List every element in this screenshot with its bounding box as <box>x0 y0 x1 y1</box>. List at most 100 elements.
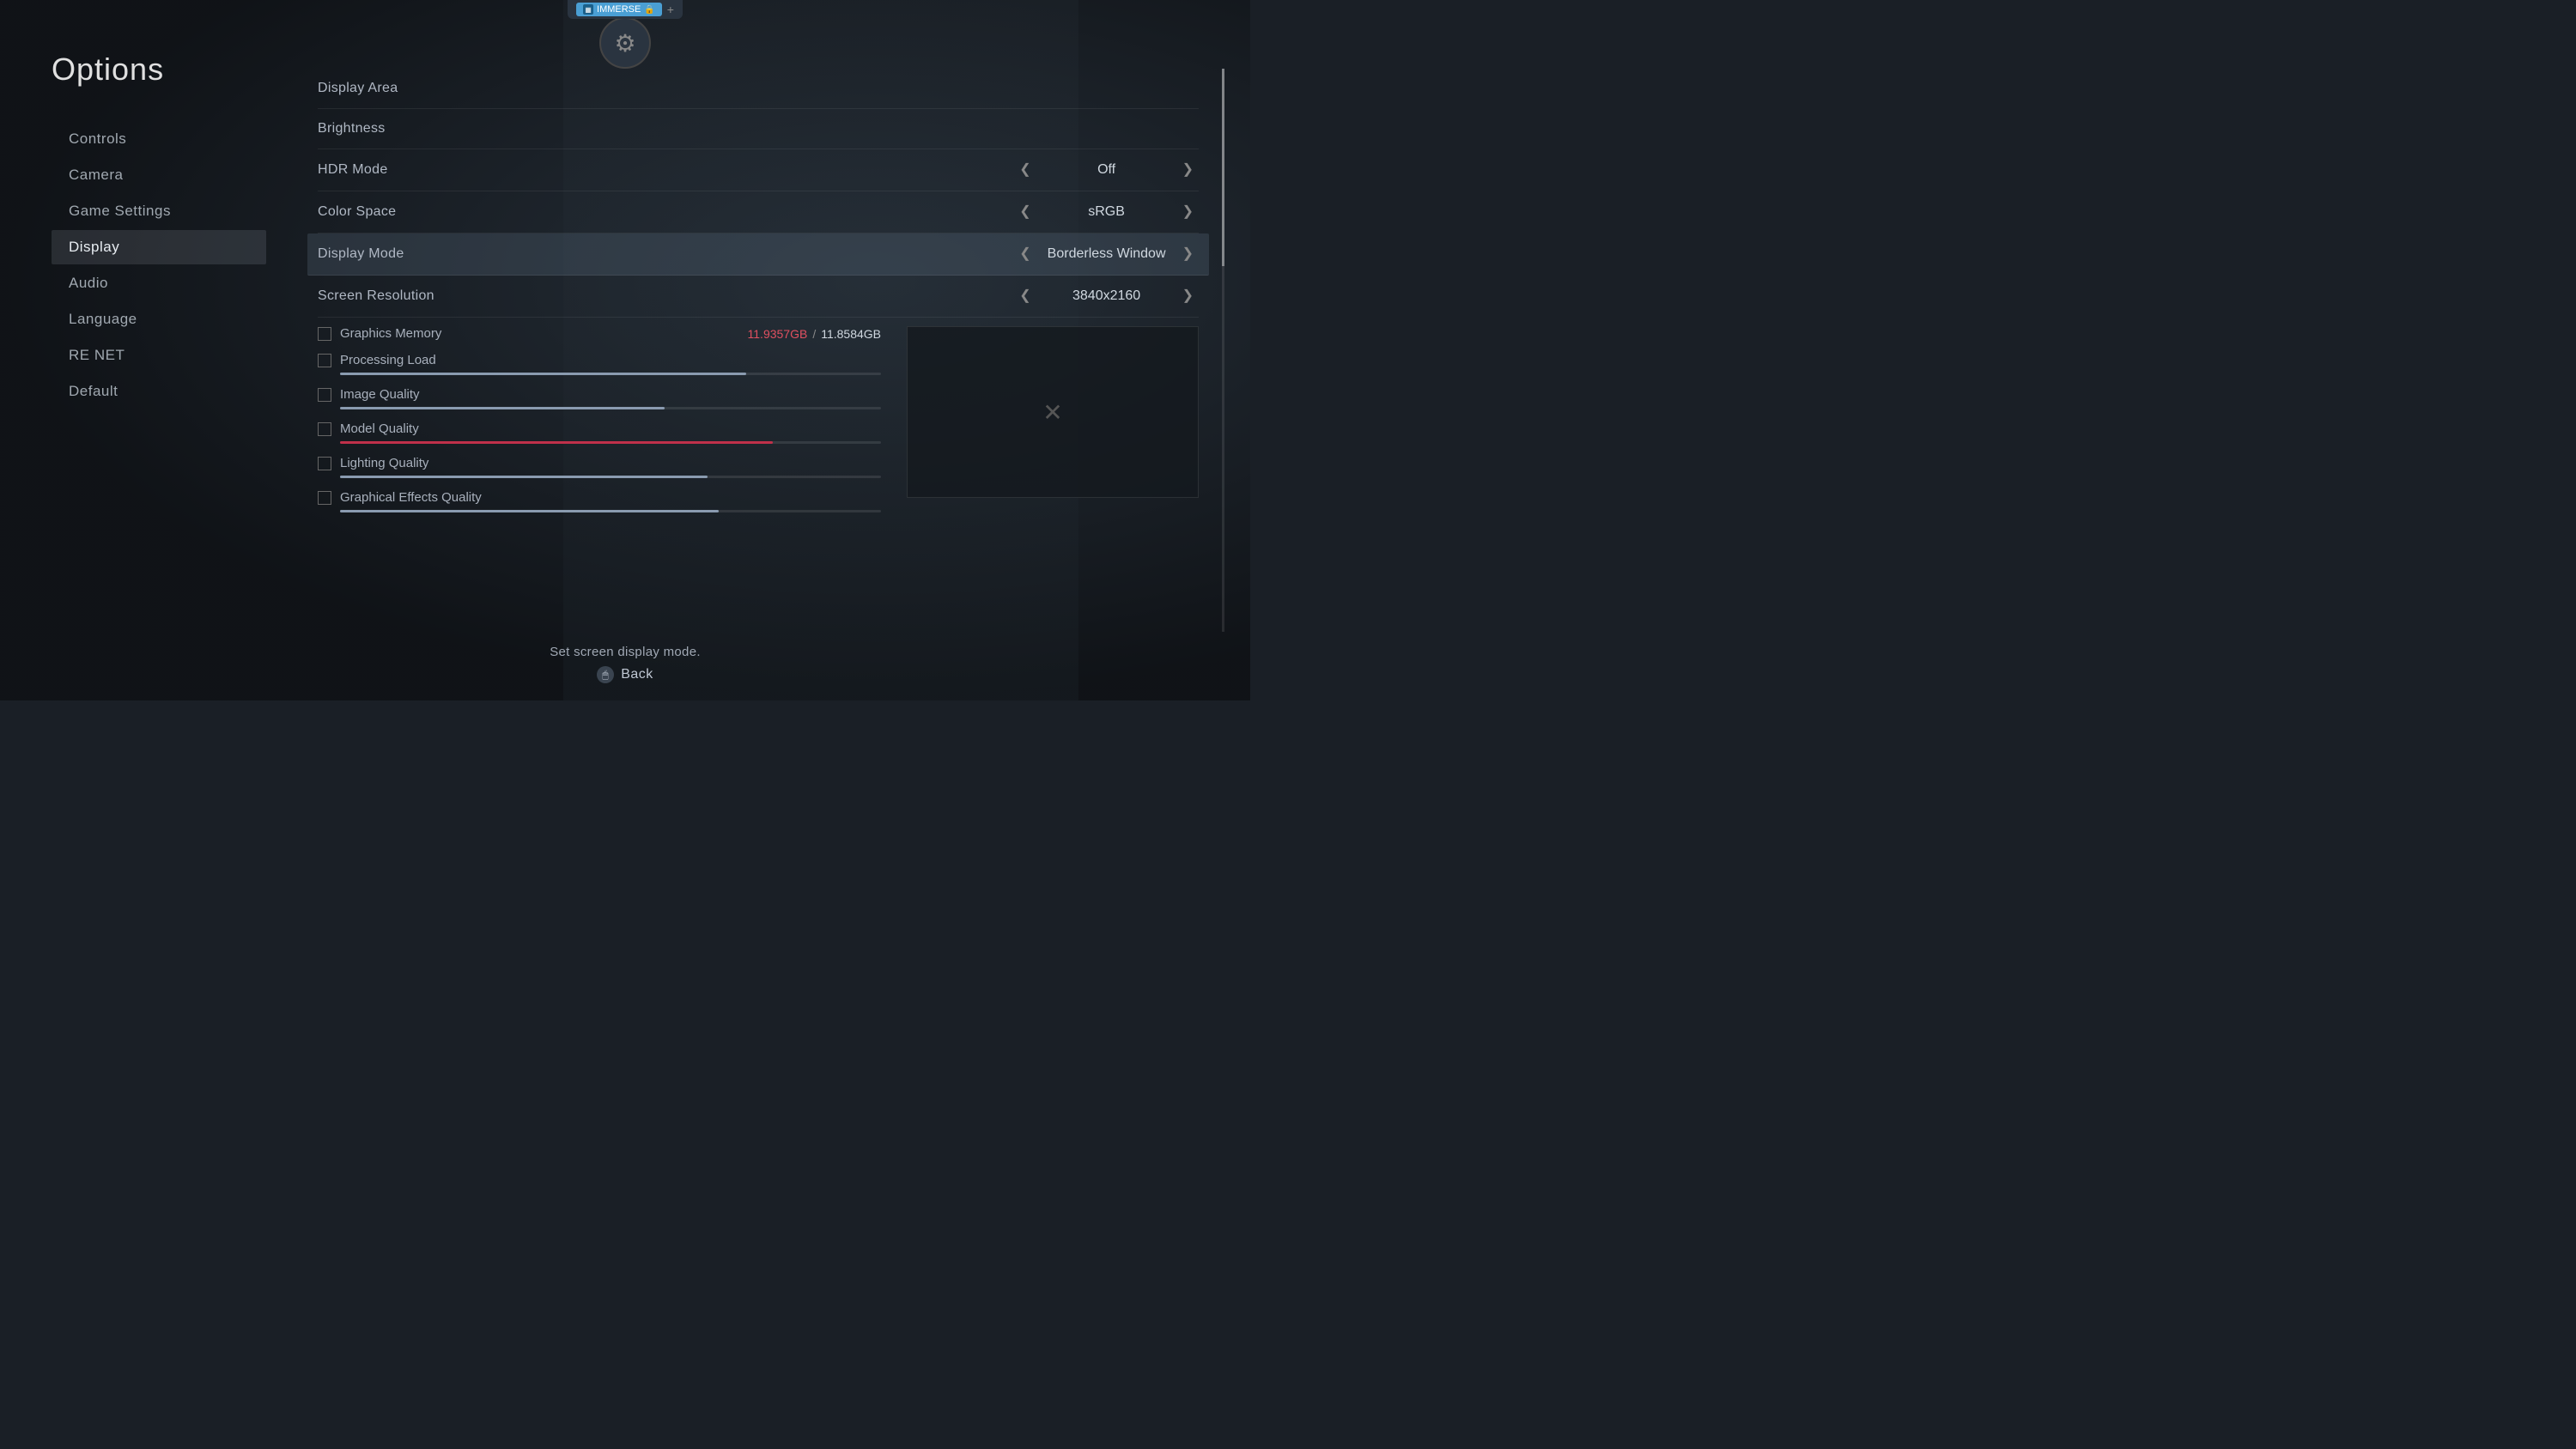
page-title: Options <box>52 52 266 88</box>
label-lighting-quality: Lighting Quality <box>340 456 428 470</box>
lock-icon: 🔒 <box>644 5 654 15</box>
checkbox-row-model-quality: Model Quality <box>318 421 881 436</box>
row-label-color-space: Color Space <box>318 204 396 220</box>
sidebar-item-game-settings[interactable]: Game Settings <box>52 194 266 228</box>
bottom-bar: Set screen display mode. 🖱 Back <box>0 645 1250 683</box>
sidebar-item-display[interactable]: Display <box>52 230 266 264</box>
progress-bar-graphical-effects <box>340 510 881 512</box>
setting-row-display-area[interactable]: Display Area <box>318 69 1199 109</box>
progress-bar-model-quality <box>340 441 881 444</box>
memory-used: 11.9357GB <box>748 327 808 341</box>
progress-fill-model-quality <box>340 441 773 444</box>
avatar-container: ⚙ <box>599 17 651 69</box>
preview-box: ✕ <box>907 326 1199 498</box>
memory-total: 11.8584GB <box>821 327 881 341</box>
display-mode-arrow-right[interactable]: ❯ <box>1177 246 1199 263</box>
sidebar-item-re-net[interactable]: RE NET <box>52 338 266 373</box>
row-value-hdr: Off <box>1047 162 1167 178</box>
new-tab-button[interactable]: + <box>667 3 674 16</box>
checkbox-graphics-memory[interactable] <box>318 327 331 341</box>
progress-bar-lighting-quality <box>340 476 881 478</box>
checkbox-image-quality[interactable] <box>318 388 331 402</box>
progress-fill-processing-load <box>340 373 746 375</box>
back-icon: 🖱 <box>597 666 614 683</box>
checkbox-item-processing-load: Processing Load <box>318 353 881 375</box>
checkbox-row-image-quality: Image Quality <box>318 387 881 402</box>
back-button[interactable]: 🖱 Back <box>597 666 653 683</box>
checkbox-item-image-quality: Image Quality <box>318 387 881 409</box>
row-value-container-screen-resolution: ❮ 3840x2160 ❯ <box>1014 288 1199 305</box>
checkbox-item-graphical-effects: Graphical Effects Quality <box>318 490 881 512</box>
screen-res-arrow-right[interactable]: ❯ <box>1177 288 1199 305</box>
setting-row-color-space[interactable]: Color Space ❮ sRGB ❯ <box>318 191 1199 233</box>
setting-row-display-mode[interactable]: Display Mode ❮ Borderless Window ❯ <box>307 233 1209 276</box>
checkbox-item-model-quality: Model Quality <box>318 421 881 444</box>
progress-bar-image-quality <box>340 407 881 409</box>
checkbox-row-graphics-memory: Graphics Memory 11.9357GB / 11.8584GB <box>318 326 881 341</box>
sidebar-item-audio[interactable]: Audio <box>52 266 266 300</box>
row-label-screen-resolution: Screen Resolution <box>318 288 434 304</box>
label-graphics-memory: Graphics Memory <box>340 326 441 341</box>
checkbox-row-lighting-quality: Lighting Quality <box>318 456 881 470</box>
row-label-display-mode: Display Mode <box>318 246 404 262</box>
sidebar-item-language[interactable]: Language <box>52 302 266 336</box>
setting-row-screen-resolution[interactable]: Screen Resolution ❮ 3840x2160 ❯ <box>318 276 1199 318</box>
checkbox-model-quality[interactable] <box>318 422 331 436</box>
browser-tab[interactable]: ▦ IMMERSE 🔒 <box>576 3 662 16</box>
avatar-icon: ⚙ <box>614 29 635 58</box>
row-label-display-area: Display Area <box>318 81 398 96</box>
sidebar-item-camera[interactable]: Camera <box>52 158 266 192</box>
label-processing-load: Processing Load <box>340 353 436 367</box>
row-value-container-hdr: ❮ Off ❯ <box>1014 161 1199 179</box>
scrollbar[interactable] <box>1222 69 1224 632</box>
display-mode-arrow-left[interactable]: ❮ <box>1014 246 1036 263</box>
memory-separator: / <box>812 327 816 341</box>
settings-list: Display Area Brightness HDR Mode ❮ Off ❯… <box>318 69 1199 318</box>
avatar: ⚙ <box>599 17 651 69</box>
preview-close-icon: ✕ <box>1042 398 1062 427</box>
row-value-color-space: sRGB <box>1047 204 1167 220</box>
row-label-brightness: Brightness <box>318 121 386 136</box>
checkbox-item-graphics-memory: Graphics Memory 11.9357GB / 11.8584GB <box>318 326 881 341</box>
checkbox-row-processing-load: Processing Load <box>318 353 881 367</box>
checkbox-list: Graphics Memory 11.9357GB / 11.8584GB Pr… <box>318 326 881 512</box>
scrollbar-thumb <box>1222 69 1224 266</box>
tab-label: IMMERSE <box>597 4 641 15</box>
checkbox-section: Graphics Memory 11.9357GB / 11.8584GB Pr… <box>318 326 1199 512</box>
row-value-container-color-space: ❮ sRGB ❯ <box>1014 203 1199 221</box>
progress-fill-graphical-effects <box>340 510 719 512</box>
progress-fill-image-quality <box>340 407 665 409</box>
row-value-container-display-mode: ❮ Borderless Window ❯ <box>1014 246 1199 263</box>
row-label-hdr-mode: HDR Mode <box>318 162 388 178</box>
tab-icon: ▦ <box>583 4 593 15</box>
hdr-arrow-right[interactable]: ❯ <box>1177 161 1199 179</box>
memory-info: 11.9357GB / 11.8584GB <box>748 327 881 341</box>
checkbox-row-graphical-effects: Graphical Effects Quality <box>318 490 881 505</box>
color-space-arrow-left[interactable]: ❮ <box>1014 203 1036 221</box>
status-text: Set screen display mode. <box>550 645 701 659</box>
setting-row-hdr-mode[interactable]: HDR Mode ❮ Off ❯ <box>318 149 1199 191</box>
hdr-arrow-left[interactable]: ❮ <box>1014 161 1036 179</box>
setting-row-brightness[interactable]: Brightness <box>318 109 1199 149</box>
color-space-arrow-right[interactable]: ❯ <box>1177 203 1199 221</box>
nav-list: Controls Camera Game Settings Display Au… <box>52 122 266 409</box>
screen-res-arrow-left[interactable]: ❮ <box>1014 288 1036 305</box>
label-graphical-effects: Graphical Effects Quality <box>340 490 482 505</box>
checkbox-item-lighting-quality: Lighting Quality <box>318 456 881 478</box>
row-value-display-mode: Borderless Window <box>1047 246 1167 262</box>
browser-bar: ▦ IMMERSE 🔒 + <box>568 0 683 19</box>
label-image-quality: Image Quality <box>340 387 420 402</box>
row-value-screen-resolution: 3840x2160 <box>1047 288 1167 304</box>
progress-fill-lighting-quality <box>340 476 708 478</box>
main-content: Options Controls Camera Game Settings Di… <box>0 0 1250 700</box>
settings-panel: Display Area Brightness HDR Mode ❮ Off ❯… <box>266 0 1250 700</box>
sidebar: Options Controls Camera Game Settings Di… <box>0 0 266 700</box>
sidebar-item-default[interactable]: Default <box>52 374 266 409</box>
label-model-quality: Model Quality <box>340 421 419 436</box>
sidebar-item-controls[interactable]: Controls <box>52 122 266 156</box>
progress-bar-processing-load <box>340 373 881 375</box>
checkbox-processing-load[interactable] <box>318 354 331 367</box>
back-label: Back <box>621 667 653 682</box>
checkbox-graphical-effects[interactable] <box>318 491 331 505</box>
checkbox-lighting-quality[interactable] <box>318 457 331 470</box>
